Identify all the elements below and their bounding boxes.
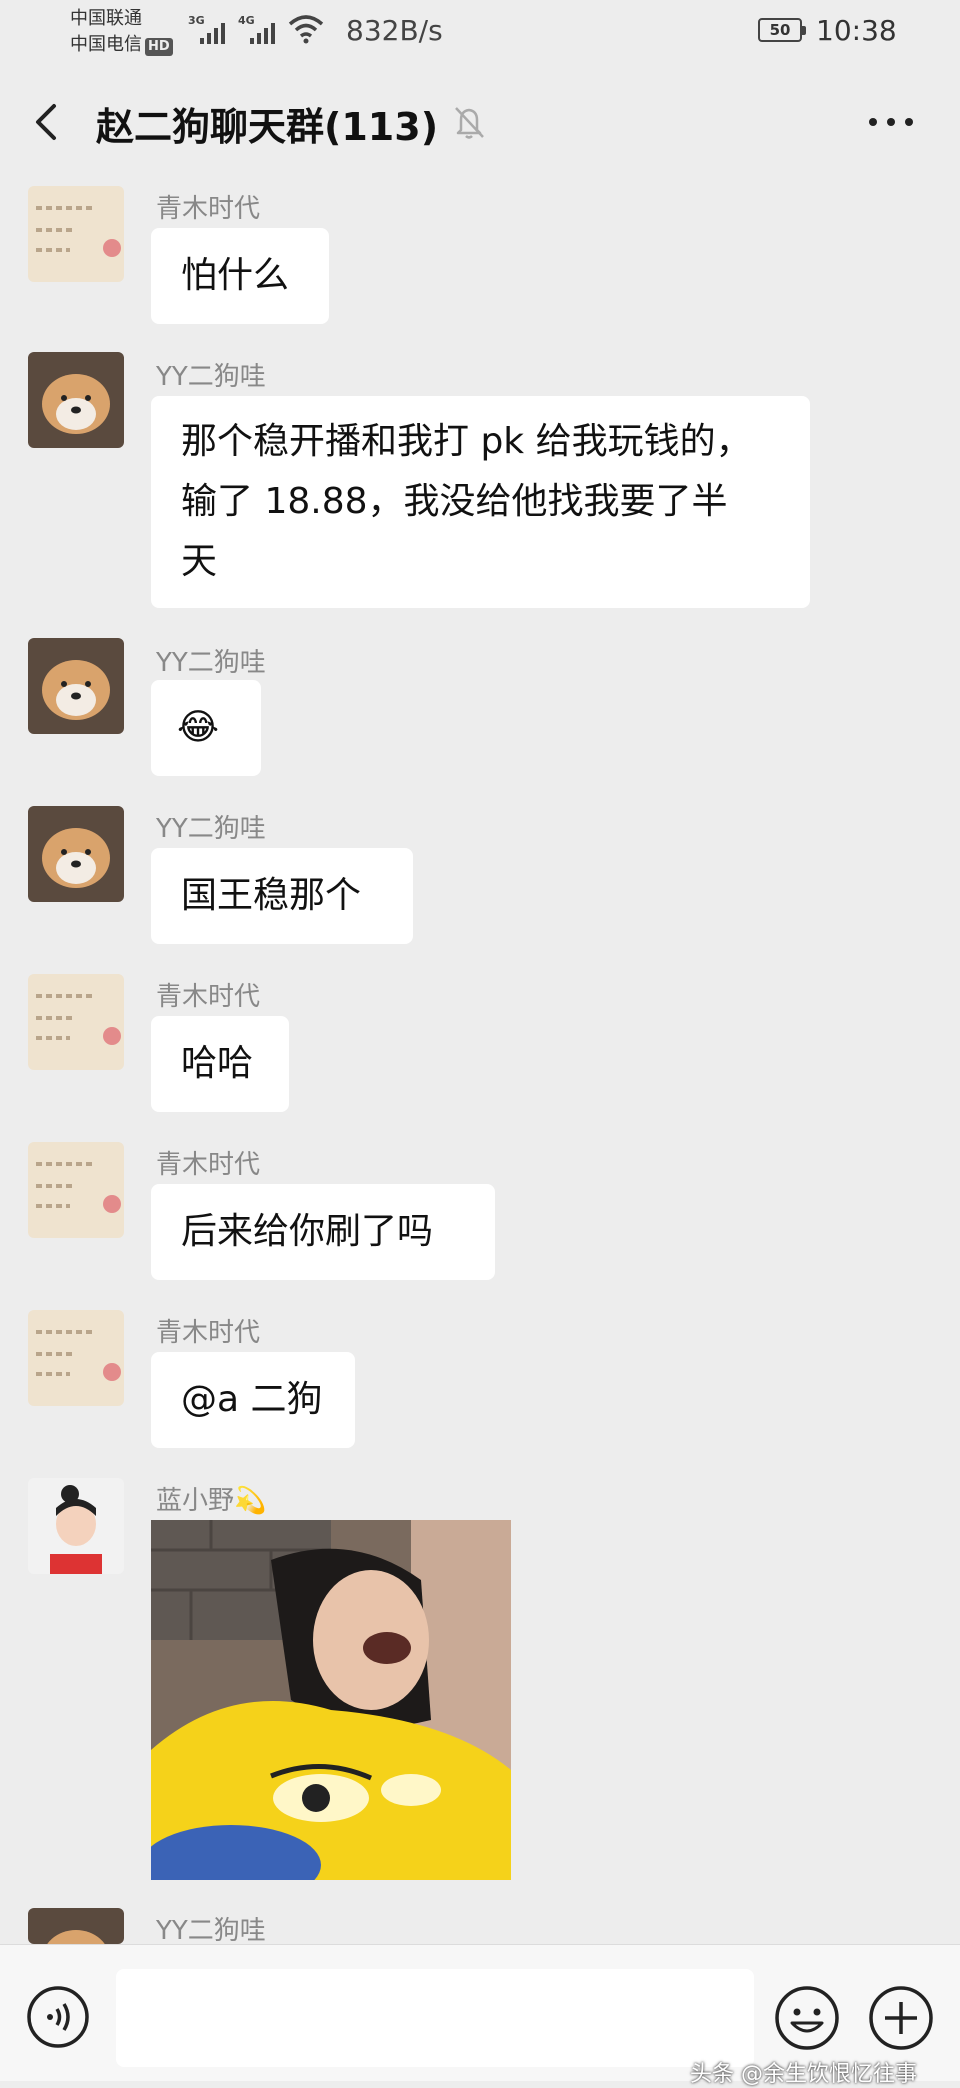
chat-title: 赵二狗聊天群(113)	[96, 105, 439, 149]
avatar-lanxiaoye[interactable]	[28, 1478, 124, 1574]
signal-indicators: 3G 4G	[188, 14, 324, 44]
sender-name: 蓝小野💫	[156, 1480, 266, 1517]
avatar-yy-ergou[interactable]	[28, 1908, 124, 1944]
sender-name: YY二狗哇	[156, 1916, 266, 1946]
message-bubble[interactable]: 哈哈	[151, 1016, 289, 1112]
avatar-yy-ergou[interactable]	[28, 638, 124, 734]
message-input[interactable]	[116, 1969, 754, 2067]
message-bubble[interactable]: 国王稳那个	[151, 848, 413, 944]
message-line: 天	[181, 541, 218, 582]
clock: 10:38	[816, 14, 897, 47]
avatar-qingmu[interactable]	[28, 974, 124, 1070]
watermark: 头条 @余生饮恨忆往事	[690, 2062, 917, 2087]
avatar-qingmu[interactable]	[28, 1142, 124, 1238]
carrier-2-label: 中国电信	[70, 34, 142, 55]
message-text: @a 二狗	[181, 1379, 323, 1420]
sender-name: 青木时代	[156, 1318, 261, 1348]
sparkle-emoji-icon: 💫	[234, 1486, 267, 1516]
more-icon[interactable]	[866, 110, 916, 134]
message-bubble[interactable]: 那个稳开播和我打 pk 给我玩钱的， 输了 18.88，我没给他找我要了半 天	[151, 396, 810, 608]
sender-name: 青木时代	[156, 982, 261, 1012]
sender-name: YY二狗哇	[156, 362, 266, 392]
wifi-icon	[288, 15, 324, 44]
carrier-1: 中国联通	[70, 8, 142, 29]
status-bar: 中国联通 中国电信 HD 3G 4G 832B/s 50 10:38	[0, 0, 960, 64]
flower-text-avatar-icon	[28, 186, 124, 282]
sender-label: 蓝小野	[156, 1486, 235, 1516]
sender-name: 青木时代	[156, 194, 261, 224]
laughing-girl-photo-icon	[151, 1520, 511, 1880]
carrier-info: 中国联通 中国电信 HD	[70, 6, 173, 58]
avatar-yy-ergou[interactable]	[28, 352, 124, 448]
emoji-icon[interactable]	[774, 1985, 840, 2051]
flower-text-avatar-icon	[28, 974, 124, 1070]
hd-badge: HD	[145, 38, 173, 56]
shiba-dog-avatar-icon	[28, 352, 124, 448]
flower-text-avatar-icon	[28, 1310, 124, 1406]
mute-bell-icon	[455, 107, 484, 139]
message-line: 那个稳开播和我打 pk 给我玩钱的，	[181, 421, 752, 462]
message-bubble[interactable]: 😂	[151, 680, 261, 776]
girl-avatar-icon	[28, 1478, 124, 1574]
chat-header: 赵二狗聊天群(113)	[0, 80, 960, 164]
avatar-qingmu[interactable]	[28, 186, 124, 282]
sender-name: YY二狗哇	[156, 814, 266, 844]
message-bubble[interactable]: @a 二狗	[151, 1352, 355, 1448]
avatar-yy-ergou[interactable]	[28, 806, 124, 902]
shiba-dog-avatar-icon	[28, 1908, 124, 1944]
carrier-2: 中国电信 HD	[70, 32, 173, 58]
message-text: 国王稳那个	[181, 875, 362, 916]
tears-of-joy-emoji-icon: 😂	[177, 707, 220, 748]
message-text: 哈哈	[181, 1043, 254, 1084]
message-bubble[interactable]: 怕什么	[151, 228, 329, 324]
voice-icon[interactable]	[26, 1985, 90, 2049]
message-bubble[interactable]: 后来给你刷了吗	[151, 1184, 495, 1280]
shiba-dog-avatar-icon	[28, 806, 124, 902]
signal-4g-icon: 4G	[238, 14, 278, 44]
message-line: 输了 18.88，我没给他找我要了半	[181, 481, 728, 522]
avatar-qingmu[interactable]	[28, 1310, 124, 1406]
shiba-dog-avatar-icon	[28, 638, 124, 734]
back-icon[interactable]	[28, 100, 68, 144]
sender-name: 青木时代	[156, 1150, 261, 1180]
signal-3g-icon: 3G	[188, 14, 228, 44]
flower-text-avatar-icon	[28, 1142, 124, 1238]
image-message[interactable]	[151, 1520, 511, 1880]
message-text: 后来给你刷了吗	[181, 1211, 434, 1252]
plus-icon[interactable]	[868, 1985, 934, 2051]
network-speed: 832B/s	[346, 14, 443, 47]
sender-name: YY二狗哇	[156, 648, 266, 678]
message-text: 怕什么	[181, 255, 290, 296]
battery-icon: 50	[758, 18, 806, 42]
